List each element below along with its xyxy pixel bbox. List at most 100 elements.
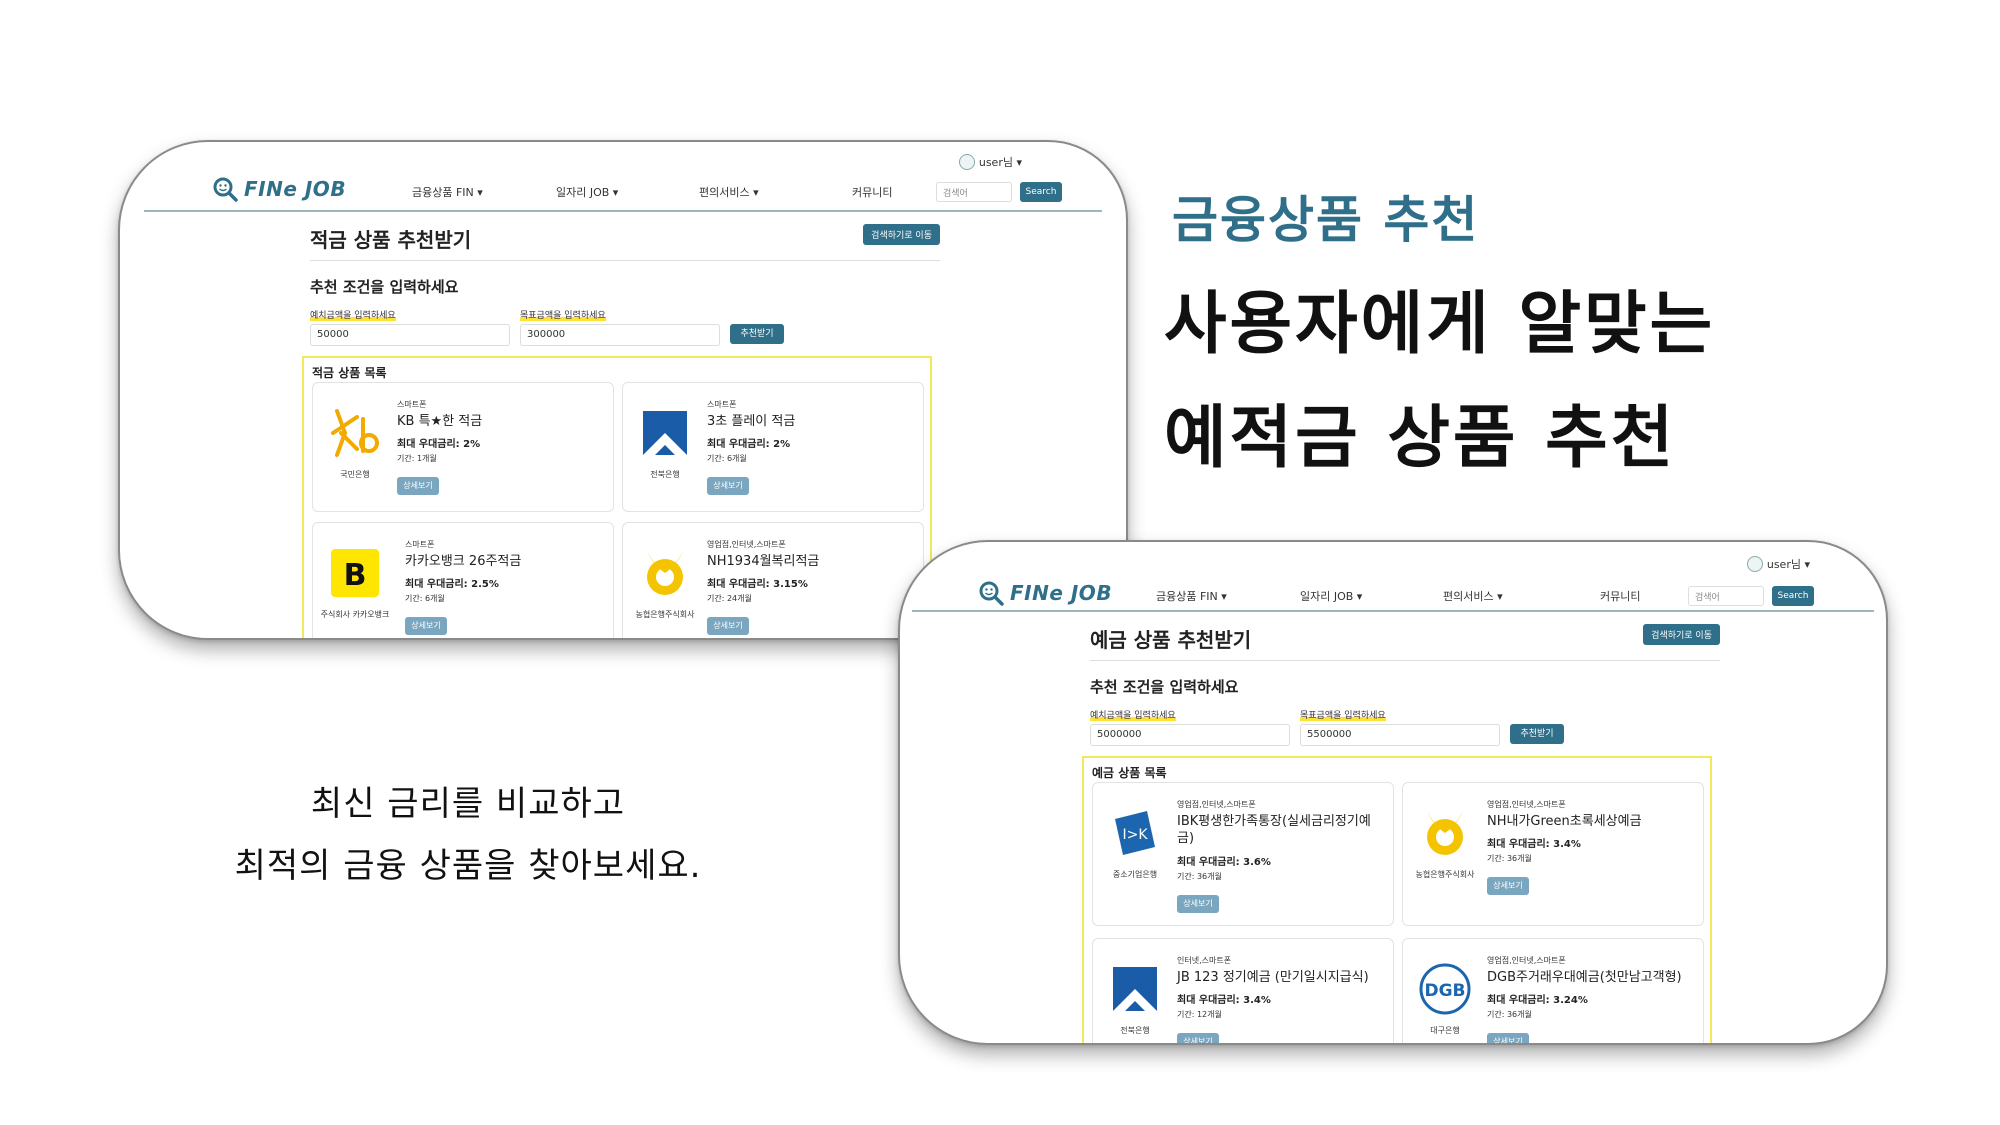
bank-name: 농협은행주식회사 [1415, 870, 1475, 879]
savings-list: 적금 상품 목록 국민은행 스마트폰 KB 특★한 적금 최대 우대금리: 2%… [302, 356, 932, 638]
title-divider [310, 260, 940, 261]
caption-line-2: 최적의 금융 상품을 찾아보세요. [234, 846, 702, 886]
product-rate: 최대 우대금리: 2% [397, 439, 481, 450]
detail-button[interactable]: 상세보기 [707, 477, 749, 495]
bank-name: 전북은행 [650, 470, 680, 479]
svg-text:I>K: I>K [1122, 827, 1148, 843]
magnifier-face-icon [213, 177, 238, 202]
detail-button[interactable]: 상세보기 [405, 617, 447, 635]
product-channel: 영업점,인터넷,스마트폰 [707, 540, 786, 549]
product-period: 기간: 24개월 [707, 594, 752, 603]
page-title: 적금 상품 추천받기 [310, 228, 472, 252]
nav-finance-dropdown[interactable]: 금융상품 FIN ▾ [412, 184, 483, 200]
navbar: FINe JOB 금융상품 FIN ▾ 일자리 JOB ▾ 편의서비스 ▾ 커뮤… [144, 142, 1102, 212]
bank-name: 농협은행주식회사 [635, 610, 695, 619]
product-name: NH1934월복리적금 [707, 554, 820, 569]
product-channel: 스마트폰 [397, 400, 427, 409]
detail-button[interactable]: 상세보기 [1487, 877, 1529, 895]
nh-logo-icon [647, 551, 683, 595]
product-card: 전북은행 인터넷,스마트폰 JB 123 정기예금 (만기일시지급식) 최대 우… [1092, 938, 1394, 1043]
jb-logo-icon [643, 411, 687, 455]
user-menu[interactable]: user님 ▾ [1746, 556, 1810, 572]
deposit-page: FINe JOB 금융상품 FIN ▾ 일자리 JOB ▾ 편의서비스 ▾ 커뮤… [900, 542, 1886, 1043]
avatar [958, 154, 975, 170]
logo[interactable]: FINe JOB [978, 580, 1112, 606]
target-amount-input[interactable]: 300000 [520, 324, 720, 346]
bank-name: 국민은행 [340, 470, 370, 479]
detail-button[interactable]: 상세보기 [1487, 1033, 1529, 1043]
product-channel: 영업점,인터넷,스마트폰 [1487, 956, 1566, 965]
savings-content: 적금 상품 추천받기 검색하기로 이동 추천 조건을 입력하세요 예치금액을 입… [302, 224, 940, 638]
product-name: IBK평생한가족통장(실세금리정기예금) [1177, 814, 1371, 846]
logo-text: FINe JOB [1010, 581, 1113, 605]
page-title: 예금 상품 추천받기 [1090, 628, 1252, 652]
feature-headline-2: 예적금 상품 추천 [1164, 399, 1677, 478]
ibk-logo-icon: I>K [1115, 811, 1155, 855]
detail-button[interactable]: 상세보기 [397, 477, 439, 495]
user-menu[interactable]: user님 ▾ [958, 154, 1022, 170]
detail-button[interactable]: 상세보기 [1177, 895, 1219, 913]
deposit-amount-input[interactable]: 50000 [310, 324, 510, 346]
list-title: 예금 상품 목록 [1092, 766, 1167, 780]
product-period: 기간: 12개월 [1177, 1010, 1222, 1019]
product-channel: 인터넷,스마트폰 [1177, 956, 1232, 965]
product-name: DGB주거래우대예금(첫만남고객형) [1487, 970, 1682, 985]
nav-finance-dropdown[interactable]: 금융상품 FIN ▾ [1156, 588, 1227, 604]
deposit-screenshot-frame: FINe JOB 금융상품 FIN ▾ 일자리 JOB ▾ 편의서비스 ▾ 커뮤… [898, 540, 1888, 1045]
go-to-search-button[interactable]: 검색하기로 이동 [863, 224, 940, 245]
recommend-button[interactable]: 추천받기 [1510, 724, 1564, 744]
product-period: 기간: 36개월 [1177, 872, 1222, 881]
bank-name: 중소기업은행 [1112, 870, 1158, 879]
product-name: 3초 플레이 적금 [707, 414, 796, 429]
logo-text: FINe JOB [244, 177, 347, 201]
jb-logo-icon [1113, 967, 1157, 1011]
search-button[interactable]: Search [1772, 586, 1814, 606]
svg-text:B: B [344, 558, 367, 593]
product-channel: 스마트폰 [707, 400, 737, 409]
caption-line-1: 최신 금리를 비교하고 [310, 784, 626, 824]
nav-service-dropdown[interactable]: 편의서비스 ▾ [1443, 588, 1503, 604]
go-to-search-button[interactable]: 검색하기로 이동 [1643, 624, 1720, 645]
product-name: KB 특★한 적금 [397, 414, 483, 429]
deposit-label-text: 예치금액을 입력하세요 [310, 311, 396, 321]
nh-logo-icon [1427, 811, 1463, 855]
feature-headline-1: 사용자에게 알맞는 [1164, 285, 1716, 364]
target-label: 목표금액을 입력하세요 [1300, 708, 1386, 721]
deposit-content: 예금 상품 추천받기 검색하기로 이동 추천 조건을 입력하세요 예치금액을 입… [1082, 624, 1720, 1043]
product-channel: 영업점,인터넷,스마트폰 [1177, 800, 1256, 809]
product-channel: 스마트폰 [405, 540, 435, 549]
product-period: 기간: 6개월 [405, 594, 445, 603]
search-input[interactable]: 검색어 [1688, 586, 1764, 606]
nav-job-dropdown[interactable]: 일자리 JOB ▾ [1300, 588, 1362, 604]
search-input[interactable]: 검색어 [936, 182, 1012, 202]
title-divider [1090, 660, 1720, 661]
product-rate: 최대 우대금리: 2% [707, 439, 791, 450]
nav-service-dropdown[interactable]: 편의서비스 ▾ [699, 184, 759, 200]
condition-title: 추천 조건을 입력하세요 [310, 278, 459, 296]
product-card: DGB 대구은행 영업점,인터넷,스마트폰 DGB주거래우대예금(첫만남고객형)… [1402, 938, 1704, 1043]
product-period: 기간: 1개월 [397, 454, 437, 463]
kakaobank-logo-icon: B [331, 549, 379, 597]
deposit-label: 예치금액을 입력하세요 [1090, 708, 1176, 721]
list-title: 적금 상품 목록 [312, 366, 387, 380]
bank-name: 주식회사 카카오뱅크 [320, 610, 390, 619]
deposit-label: 예치금액을 입력하세요 [310, 308, 396, 321]
recommend-button[interactable]: 추천받기 [730, 324, 784, 344]
product-period: 기간: 36개월 [1487, 1010, 1532, 1019]
deposit-list: 예금 상품 목록 I>K 중소기업은행 영업점,인터넷,스마트폰 IBK평생한가… [1082, 756, 1712, 1043]
search-button[interactable]: Search [1020, 182, 1062, 202]
nav-community[interactable]: 커뮤니티 [852, 184, 892, 200]
logo[interactable]: FINe JOB [212, 176, 346, 202]
deposit-label-text: 예치금액을 입력하세요 [1090, 711, 1176, 721]
detail-button[interactable]: 상세보기 [707, 617, 749, 635]
nav-community[interactable]: 커뮤니티 [1600, 588, 1640, 604]
navbar: FINe JOB 금융상품 FIN ▾ 일자리 JOB ▾ 편의서비스 ▾ 커뮤… [912, 542, 1874, 612]
product-rate: 최대 우대금리: 3.15% [707, 579, 808, 590]
deposit-amount-input[interactable]: 5000000 [1090, 724, 1290, 746]
nav-job-dropdown[interactable]: 일자리 JOB ▾ [556, 184, 618, 200]
detail-button[interactable]: 상세보기 [1177, 1033, 1219, 1043]
product-card: B 주식회사 카카오뱅크 스마트폰 카카오뱅크 26주적금 최대 우대금리: 2… [312, 522, 614, 638]
target-label: 목표금액을 입력하세요 [520, 308, 606, 321]
product-card: 전북은행 스마트폰 3초 플레이 적금 최대 우대금리: 2% 기간: 6개월 … [622, 382, 924, 512]
target-amount-input[interactable]: 5500000 [1300, 724, 1500, 746]
